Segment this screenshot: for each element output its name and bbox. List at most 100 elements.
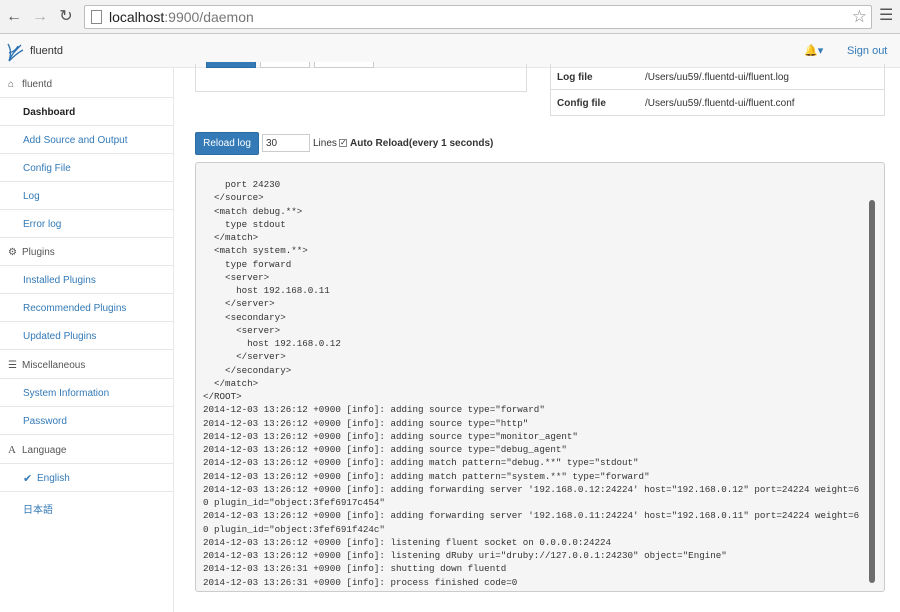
url-path: :9900/daemon: [164, 9, 254, 25]
log-line: 0 plugin_id="object:3fef6917c454": [203, 497, 385, 508]
log-file-label: Log file: [557, 72, 593, 83]
log-line: 2014-12-03 13:26:12 +0900 [info]: listen…: [203, 536, 611, 548]
log-line: 2014-12-03 13:26:12 +0900 [info]: adding…: [203, 510, 860, 522]
log-line: </source>: [203, 192, 264, 204]
status-panel: [195, 62, 527, 92]
log-file-value: /Users/uu59/.fluentd-ui/fluent.log: [645, 72, 789, 83]
main-content: Log file /Users/uu59/.fluentd-ui/fluent.…: [175, 62, 900, 612]
config-file-label: Config file: [557, 98, 606, 109]
sidebar-item-error-log[interactable]: Error log: [0, 210, 174, 238]
log-line: </secondary>: [203, 364, 292, 376]
log-scrollbar[interactable]: [869, 200, 875, 583]
log-line: 2014-12-03 13:26:12 +0900 [info]: adding…: [203, 483, 860, 495]
log-line: 2014-12-03 13:26:31 +0900 [info]: proces…: [203, 576, 518, 588]
panel-button[interactable]: [260, 62, 310, 68]
sidebar-section-label: fluentd: [22, 79, 53, 90]
lines-count-input[interactable]: [262, 134, 310, 152]
sidebar-item-label: Add Source and Output: [23, 135, 128, 146]
fluentd-bird-logo-icon: [7, 43, 24, 62]
sidebar-item-label: Log: [23, 191, 40, 202]
sidebar-section-plugins: ⚙ Plugins: [0, 238, 174, 266]
notification-bell-icon[interactable]: 🔔▾: [804, 44, 823, 57]
sidebar-item-label: Recommended Plugins: [23, 303, 127, 314]
sidebar-section-miscellaneous: ☰ Miscellaneous: [0, 351, 174, 379]
sidebar-item-system-information[interactable]: System Information: [0, 379, 174, 407]
log-line: host 192.168.0.11: [203, 285, 330, 296]
sidebar-item-label: Config File: [23, 163, 71, 174]
sidebar-item-log[interactable]: Log: [0, 182, 174, 210]
log-line: <server>: [203, 271, 270, 283]
log-line: 2014-12-03 13:26:31 +0900 [info]: shutti…: [203, 563, 507, 575]
page-icon: [91, 10, 102, 24]
sidebar-item-dashboard[interactable]: Dashboard: [0, 98, 174, 126]
sidebar-item-installed-plugins[interactable]: Installed Plugins: [0, 266, 174, 294]
sidebar-item-japanese[interactable]: 日本語: [0, 492, 174, 520]
sidebar-item-label: 日本語: [23, 505, 53, 516]
reload-log-button[interactable]: Reload log: [195, 132, 259, 155]
log-line: </ROOT>: [203, 391, 242, 402]
log-line: type forward: [203, 258, 292, 270]
log-line: </match>: [203, 377, 259, 389]
log-line: port 24230: [203, 179, 281, 190]
auto-reload-label: Auto Reload(every 1 seconds): [350, 138, 494, 149]
font-icon: A: [8, 444, 16, 456]
sidebar-section-fluentd: ⌂ fluentd: [0, 70, 174, 98]
brand-name[interactable]: fluentd: [30, 45, 63, 57]
list-icon: ☰: [8, 360, 17, 371]
log-line: 0 plugin_id="object:3fef691f424c": [203, 523, 385, 535]
sidebar-item-label: Dashboard: [23, 107, 76, 118]
bookmark-star-icon[interactable]: ☆: [852, 7, 867, 27]
log-line: <server>: [203, 324, 281, 336]
sidebar-section-label: Plugins: [22, 247, 55, 258]
log-line: 2014-12-03 13:26:12 +0900 [info]: adding…: [203, 417, 529, 429]
sidebar-item-label: Password: [23, 416, 67, 427]
log-line: 2014-12-03 13:26:12 +0900 [info]: adding…: [203, 404, 545, 416]
sidebar-item-recommended-plugins[interactable]: Recommended Plugins: [0, 294, 174, 322]
address-bar[interactable]: localhost:9900/daemon ☆: [84, 5, 872, 29]
sidebar-item-updated-plugins[interactable]: Updated Plugins: [0, 322, 174, 350]
daemon-info-table: Log file /Users/uu59/.fluentd-ui/fluent.…: [550, 64, 885, 116]
log-line: <match debug.**>: [203, 205, 303, 217]
log-line: <match system.**>: [203, 245, 308, 257]
back-arrow-icon[interactable]: ←: [4, 7, 24, 27]
lines-label: Lines: [313, 138, 337, 149]
home-icon: ⌂: [8, 79, 15, 90]
log-line: 2014-12-03 13:26:12 +0900 [info]: adding…: [203, 457, 639, 469]
sidebar-item-label: System Information: [23, 388, 110, 399]
log-line: 2014-12-03 13:26:12 +0900 [info]: adding…: [203, 430, 578, 442]
sidebar-item-config-file[interactable]: Config File: [0, 154, 174, 182]
url-text[interactable]: localhost:9900/daemon: [109, 9, 254, 25]
config-file-value: /Users/uu59/.fluentd-ui/fluent.conf: [645, 98, 795, 109]
check-icon: ✔: [23, 473, 33, 485]
reload-icon[interactable]: ↻: [56, 7, 76, 27]
sidebar-item-add-source-and-output[interactable]: Add Source and Output: [0, 126, 174, 154]
log-text: port 24230 </source> <match debug.**> ty…: [203, 178, 863, 589]
sidebar-item-password[interactable]: Password: [0, 407, 174, 435]
url-host: localhost: [109, 9, 165, 25]
sidebar-item-label: Updated Plugins: [23, 331, 97, 342]
sidebar-section-label: Miscellaneous: [22, 360, 86, 371]
log-line: </server>: [203, 351, 286, 363]
sidebar-item-english[interactable]: ✔ English: [0, 464, 174, 492]
auto-reload-checkbox[interactable]: ✓: [339, 139, 347, 147]
sidebar-item-label: English: [37, 473, 70, 484]
log-line: </server>: [203, 298, 275, 310]
table-row: Config file /Users/uu59/.fluentd-ui/flue…: [551, 90, 884, 116]
log-line: 2014-12-03 13:26:12 +0900 [info]: adding…: [203, 444, 567, 455]
sign-out-link[interactable]: Sign out: [847, 45, 887, 57]
forward-arrow-icon[interactable]: →: [30, 7, 50, 27]
log-output[interactable]: port 24230 </source> <match debug.**> ty…: [195, 162, 885, 592]
sidebar-item-label: Error log: [23, 219, 62, 230]
panel-button[interactable]: [314, 62, 374, 68]
sidebar-item-label: Installed Plugins: [23, 275, 96, 286]
table-row: Log file /Users/uu59/.fluentd-ui/fluent.…: [551, 64, 884, 90]
panel-primary-button[interactable]: [206, 62, 256, 68]
hamburger-menu-icon[interactable]: ☰: [879, 8, 893, 24]
app-navbar: fluentd 🔔▾ Sign out: [0, 34, 900, 68]
log-line: type stdout: [203, 218, 286, 230]
sidebar-section-label: Language: [22, 445, 67, 456]
log-line: host 192.168.0.12: [203, 338, 341, 349]
log-line: </match>: [203, 232, 259, 243]
log-line: 2014-12-03 13:26:12 +0900 [info]: listen…: [203, 550, 727, 561]
sidebar-section-language: A Language: [0, 436, 174, 464]
